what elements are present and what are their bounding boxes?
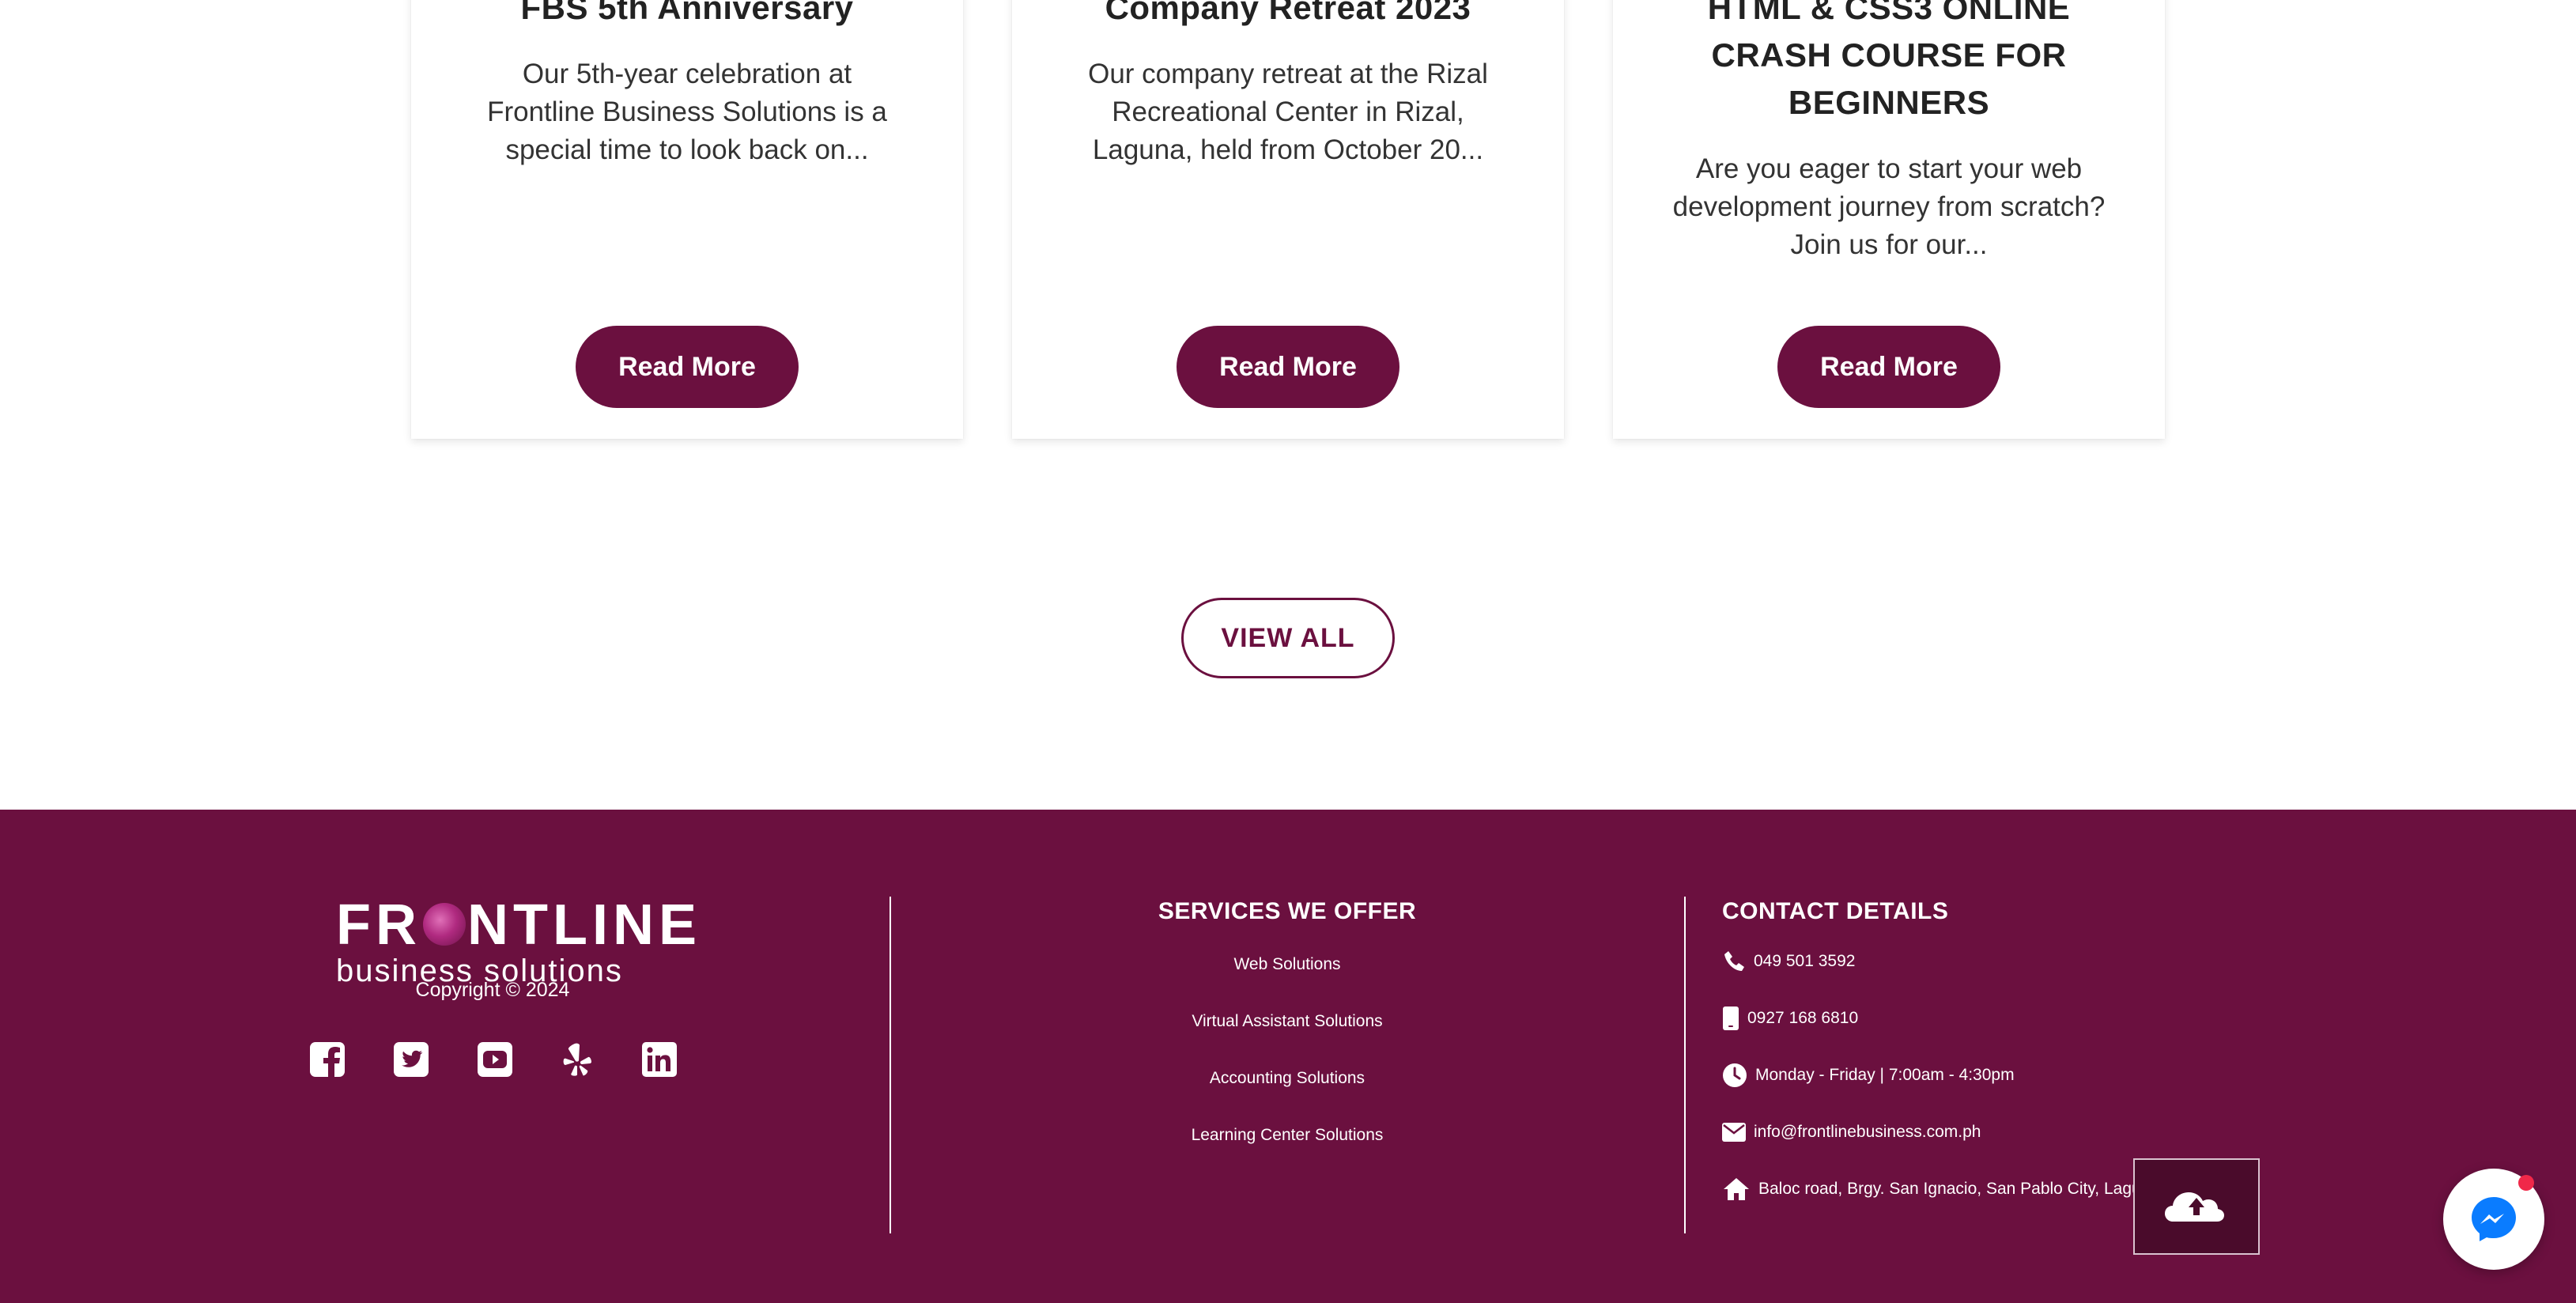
copyright-text: Copyright © 2024 [415, 979, 570, 1001]
frontline-logo[interactable]: FR NTLINE business solutions [336, 893, 701, 987]
mobile-number: 0927 168 6810 [1747, 1009, 1859, 1027]
mobile-icon [1723, 1007, 1739, 1030]
service-link-virtual-assistant[interactable]: Virtual Assistant Solutions [1090, 1012, 1485, 1031]
service-link-learning-center[interactable]: Learning Center Solutions [1090, 1126, 1485, 1145]
logo-wordmark: FR NTLINE [336, 893, 701, 957]
contact-hours: Monday - Friday | 7:00am - 4:30pm [1722, 1061, 2015, 1090]
read-more-button[interactable]: Read More [1777, 326, 2000, 408]
contact-mobile[interactable]: 0927 168 6810 [1722, 1004, 1858, 1033]
services-title: SERVICES WE OFFER [1158, 898, 1417, 924]
service-link-accounting[interactable]: Accounting Solutions [1090, 1069, 1485, 1088]
post-card: Company Retreat 2023 Our company retreat… [1012, 0, 1564, 439]
view-all-button[interactable]: VIEW ALL [1181, 598, 1395, 678]
yelp-icon[interactable] [558, 1041, 596, 1078]
post-card: HTML & CSS3 ONLINE CRASH COURSE FOR BEGI… [1613, 0, 2165, 439]
read-more-button[interactable]: Read More [576, 326, 799, 408]
clock-icon [1723, 1063, 1747, 1087]
twitter-icon[interactable] [392, 1041, 430, 1078]
home-icon [1724, 1178, 1749, 1200]
linkedin-icon[interactable] [640, 1041, 678, 1078]
contact-phone[interactable]: 049 501 3592 [1722, 947, 1855, 976]
envelope-icon [1722, 1123, 1746, 1142]
facebook-icon[interactable] [308, 1041, 346, 1078]
service-link-web[interactable]: Web Solutions [1090, 955, 1485, 974]
notification-dot [2518, 1175, 2534, 1191]
office-hours: Monday - Friday | 7:00am - 4:30pm [1755, 1066, 2015, 1084]
footer-divider [1684, 897, 1686, 1233]
phone-number: 049 501 3592 [1754, 952, 1856, 970]
card-title[interactable]: HTML & CSS3 ONLINE CRASH COURSE FOR BEGI… [1637, 0, 2141, 127]
contact-email[interactable]: info@frontlinebusiness.com.ph [1722, 1118, 1981, 1146]
card-title[interactable]: FBS 5th Anniversary [435, 0, 939, 32]
card-excerpt: Our company retreat at the Rizal Recreat… [1088, 59, 1488, 165]
post-card: FBS 5th Anniversary Our 5th-year celebra… [411, 0, 963, 439]
card-excerpt: Our 5th-year celebration at Frontline Bu… [487, 59, 887, 165]
phone-icon [1724, 951, 1744, 971]
back-to-top-button[interactable] [2133, 1158, 2260, 1255]
card-excerpt: Are you eager to start your web developm… [1672, 153, 2106, 260]
card-title[interactable]: Company Retreat 2023 [1036, 0, 1540, 32]
logo-globe-icon [422, 903, 466, 946]
cloud-arrow-up-icon [2165, 1192, 2224, 1222]
contact-title: CONTACT DETAILS [1722, 898, 1949, 924]
youtube-icon[interactable] [476, 1041, 514, 1078]
email-address: info@frontlinebusiness.com.ph [1754, 1123, 1981, 1141]
read-more-button[interactable]: Read More [1177, 326, 1399, 408]
footer-divider [890, 897, 891, 1233]
